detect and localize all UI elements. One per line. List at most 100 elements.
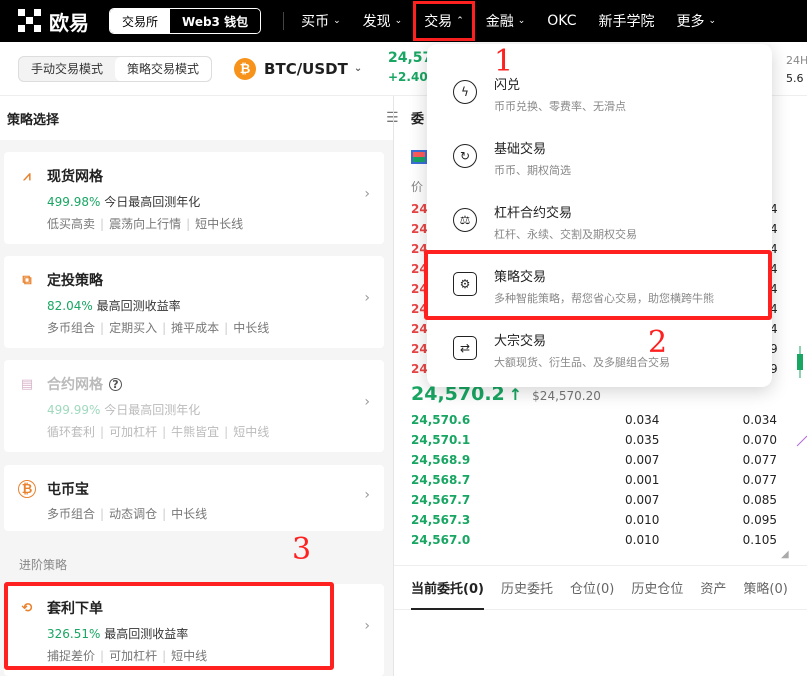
bid-total: 0.105: [742, 533, 777, 547]
menu-item-margin-futures[interactable]: ⚖ 杠杆合约交易 杠杆、永续、交割及期权交易: [427, 188, 772, 252]
bid-row[interactable]: 24,570.6 0.034 0.034: [411, 413, 777, 433]
tab-position-history[interactable]: 历史仓位: [631, 578, 683, 597]
ticker-24h-stat: 24H 5.6: [786, 52, 807, 88]
menu-item-title: 基础交易: [494, 142, 547, 157]
card-title: 屯币宝: [47, 482, 89, 498]
card-rate-pct: 499.99%: [47, 403, 101, 417]
switch-exchange[interactable]: 交易所: [110, 9, 171, 33]
orderbook-price-column-header: 价: [411, 180, 424, 194]
menu-item-title: 杠杆合约交易: [494, 206, 573, 221]
switch-web3-wallet[interactable]: Web3 钱包: [170, 9, 261, 33]
card-tags: 多币组合 | 定期买入 | 摊平成本 | 中长线: [47, 319, 269, 336]
bid-row[interactable]: 24,568.9 0.007 0.077: [411, 453, 777, 473]
orderbook-view-toggle-icon[interactable]: [411, 150, 427, 164]
brand-name: 欧易: [49, 10, 89, 35]
bid-amount: 0.007: [625, 493, 660, 507]
bid-total: 0.077: [742, 453, 777, 467]
card-rate-text: 今日最高回测年化: [100, 195, 201, 209]
tag: 中长线: [233, 321, 270, 335]
tag-separator: |: [162, 425, 167, 439]
tag: 摊平成本: [171, 321, 220, 335]
stat-label: 24H: [786, 54, 807, 67]
annotation-number-1: 1: [494, 44, 514, 79]
brand-logo[interactable]: 欧易: [18, 7, 89, 36]
strategy-card-spot-grid[interactable]: ⩘ 现货网格 499.98% 今日最高回测年化 低买高卖 | 震荡向上行情 | 短中长线 …: [4, 152, 384, 244]
card-title: 定投策略: [47, 273, 103, 289]
tab-strategies[interactable]: 策略(0): [743, 578, 787, 597]
advanced-strategies-label: 进阶策略: [19, 558, 68, 572]
tag: 短中长线: [195, 217, 244, 231]
card-rate-pct: 82.04%: [47, 299, 93, 313]
menu-item-desc: 币币、期权简选: [494, 164, 571, 177]
nav-academy[interactable]: 新手学院: [588, 0, 666, 42]
chevron-up-icon: ⌃: [456, 16, 464, 26]
mode-strategy[interactable]: 策略交易模式: [115, 56, 212, 81]
resize-handle-icon[interactable]: ◢: [781, 549, 789, 560]
nav-label: OKC: [547, 13, 577, 29]
tag: 震荡向上行情: [109, 217, 182, 231]
help-icon[interactable]: ?: [109, 377, 122, 391]
nav-label: 发现: [362, 14, 391, 30]
nav-okc[interactable]: OKC: [536, 0, 587, 42]
bid-price: 24,570.6: [411, 413, 471, 427]
tag-separator: |: [162, 507, 167, 521]
pair-name: BTC/USDT: [264, 59, 348, 78]
bid-price: 24,567.7: [411, 493, 471, 507]
tag-separator: |: [100, 425, 105, 439]
menu-item-convert[interactable]: ϟ 闪兑 币币兑换、零费率、无滑点: [427, 60, 772, 124]
bid-amount: 0.007: [625, 453, 660, 467]
bid-row[interactable]: 24,568.7 0.001 0.077: [411, 473, 777, 493]
tag-separator: |: [224, 321, 229, 335]
mode-manual[interactable]: 手动交易模式: [19, 57, 115, 81]
product-switch: 交易所 Web3 钱包: [109, 8, 262, 34]
bid-amount: 0.035: [625, 433, 660, 447]
nav-discover[interactable]: 发现 ⌄: [352, 0, 414, 42]
pair-selector[interactable]: ₿ BTC/USDT ⌄: [234, 57, 363, 80]
tag: 定期买入: [109, 321, 158, 335]
tag-separator: |: [162, 321, 167, 335]
bid-row[interactable]: 24,567.0 0.010 0.105: [411, 533, 777, 553]
tab-open-orders[interactable]: 当前委托(0): [411, 578, 484, 610]
menu-item-basic-trade[interactable]: ↻ 基础交易 币币、期权简选: [427, 124, 772, 188]
strategy-panel-title: 策略选择: [0, 96, 393, 140]
card-tags: 多币组合 | 动态调仓 | 中长线: [47, 505, 207, 522]
chevron-down-icon: ⌄: [353, 63, 363, 74]
bid-row[interactable]: 24,570.1 0.035 0.070: [411, 433, 777, 453]
bid-row[interactable]: 24,567.7 0.007 0.085: [411, 493, 777, 513]
card-title: 合约网格: [47, 377, 103, 393]
chevron-right-icon: ›: [364, 487, 370, 503]
bid-price: 24,568.7: [411, 473, 471, 487]
bid-total: 0.095: [742, 513, 777, 527]
tab-positions[interactable]: 仓位(0): [570, 578, 614, 597]
chevron-right-icon: ›: [364, 186, 370, 202]
tag: 动态调仓: [109, 507, 158, 521]
trade-mode-switch: 手动交易模式 策略交易模式: [18, 55, 213, 82]
tag: 多币组合: [47, 321, 96, 335]
dca-chart-icon: ⧉: [22, 272, 32, 288]
strategy-card-contract-grid[interactable]: ▤ 合约网格? 499.99% 今日最高回测年化 循环套利 | 可加杠杆 | 牛熊皆宜 | 短…: [4, 360, 384, 452]
annotation-number-2: 2: [648, 325, 668, 360]
nav-finance[interactable]: 金融 ⌄: [475, 0, 537, 42]
card-rate-text: 最高回测收益率: [92, 299, 181, 313]
annotation-box-arbitrage: [4, 582, 334, 670]
strategy-card-coin-treasure[interactable]: ₿ 屯币宝 多币组合 | 动态调仓 | 中长线 ›: [4, 465, 384, 531]
chevron-right-icon: ›: [364, 290, 370, 306]
orderbook-title: 委: [411, 112, 425, 127]
nav-divider: [283, 12, 285, 30]
bid-row[interactable]: 24,567.3 0.010 0.095: [411, 513, 777, 533]
nav-trade[interactable]: 交易 ⌃: [413, 1, 475, 41]
chevron-down-icon: ⌄: [708, 16, 717, 26]
bid-total: 0.077: [742, 473, 777, 487]
tab-assets[interactable]: 资产: [700, 578, 726, 597]
bid-amount: 0.010: [625, 513, 660, 527]
tab-order-history[interactable]: 历史委托: [501, 578, 553, 597]
nav-buy-crypto[interactable]: 买币 ⌄: [290, 0, 352, 42]
menu-item-desc: 杠杆、永续、交割及期权交易: [494, 228, 637, 241]
bid-price: 24,567.3: [411, 513, 471, 527]
card-title: 现货网格: [47, 169, 103, 185]
menu-item-block-trade[interactable]: ⇄ 大宗交易 大额现货、衍生品、及多腿组合交易: [427, 316, 772, 380]
nav-more[interactable]: 更多 ⌄: [666, 0, 728, 42]
strategy-card-dca[interactable]: ⧉ 定投策略 82.04% 最高回测收益率 多币组合 | 定期买入 | 摊平成本 | 中长线 …: [4, 256, 384, 348]
nav-label: 交易: [424, 14, 453, 30]
card-tags: 低买高卖 | 震荡向上行情 | 短中长线: [47, 215, 243, 232]
